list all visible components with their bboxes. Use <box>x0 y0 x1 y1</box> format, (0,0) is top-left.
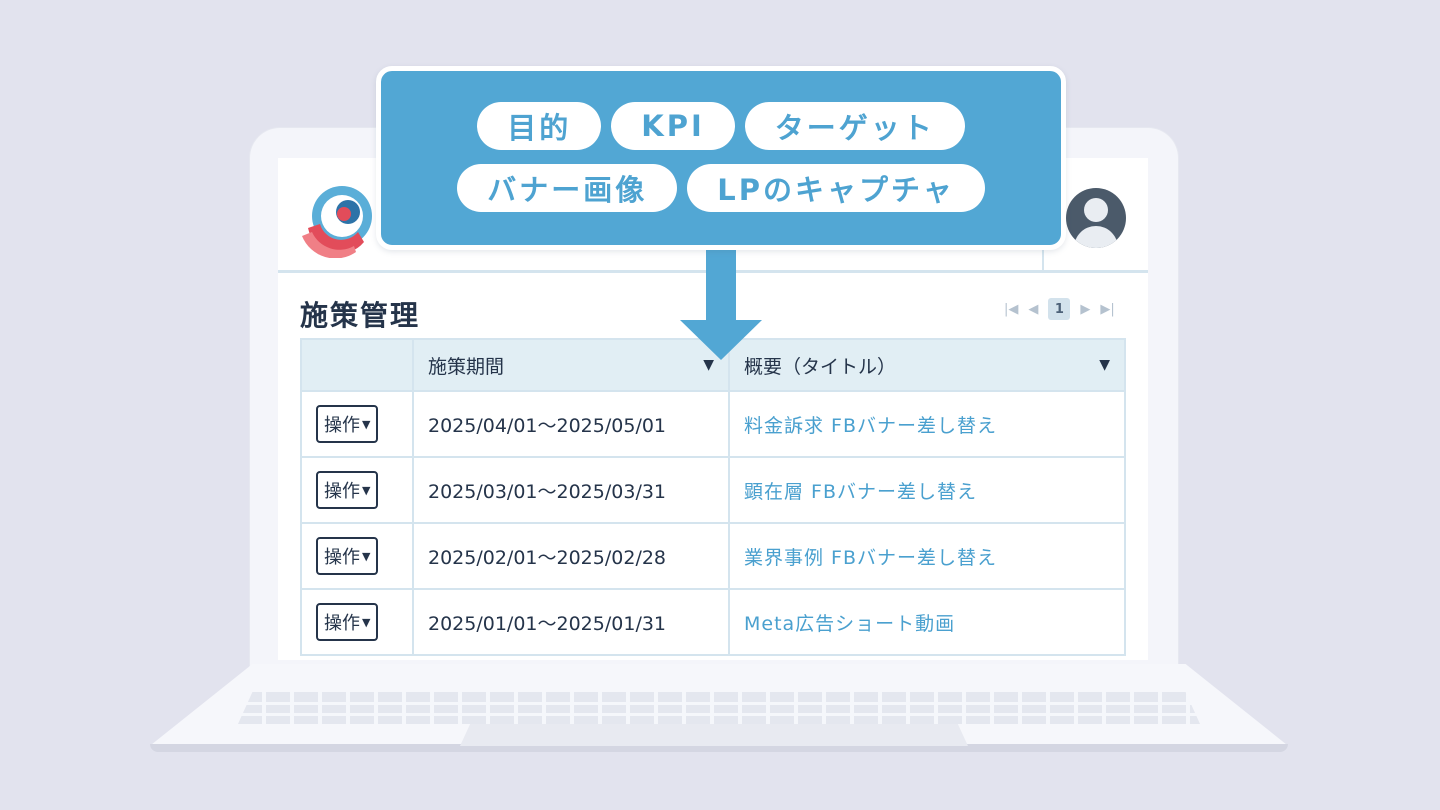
tag-purpose: 目的 <box>477 102 602 150</box>
title-link[interactable]: 料金訴求 FBバナー差し替え <box>744 415 997 437</box>
period-cell: 2025/04/01〜2025/05/01 <box>412 390 730 458</box>
action-dropdown-button[interactable]: 操作 ▼ <box>316 603 379 641</box>
title-link[interactable]: 顕在層 FBバナー差し替え <box>744 481 977 503</box>
period-cell: 2025/02/01〜2025/02/28 <box>412 522 730 590</box>
title-link[interactable]: Meta広告ショート動画 <box>744 613 955 635</box>
column-header-period-label: 施策期間 <box>428 355 505 378</box>
callout-tag-row: バナー画像 LPのキャプチャ <box>381 164 1061 212</box>
table-row: 操作 ▼ 2025/02/01〜2025/02/28 業界事例 FBバナー差し替… <box>300 522 1126 590</box>
chevron-down-icon: ▼ <box>362 417 371 431</box>
action-cell: 操作 ▼ <box>300 588 414 656</box>
table-row: 操作 ▼ 2025/03/01〜2025/03/31 顕在層 FBバナー差し替え <box>300 456 1126 524</box>
title-cell: 業界事例 FBバナー差し替え <box>728 522 1126 590</box>
action-cell: 操作 ▼ <box>300 522 414 590</box>
action-dropdown-button[interactable]: 操作 ▼ <box>316 537 379 575</box>
period-cell: 2025/03/01〜2025/03/31 <box>412 456 730 524</box>
period-cell: 2025/01/01〜2025/01/31 <box>412 588 730 656</box>
title-cell: 料金訴求 FBバナー差し替え <box>728 390 1126 458</box>
action-dropdown-button[interactable]: 操作 ▼ <box>316 405 379 443</box>
chevron-down-icon: ▼ <box>362 483 371 497</box>
callout-tag-row: 目的 KPI ターゲット <box>381 102 1061 150</box>
callout-arrow-shaft <box>706 240 736 322</box>
tag-target: ターゲット <box>744 102 965 150</box>
info-callout: 目的 KPI ターゲット バナー画像 LPのキャプチャ <box>376 66 1066 250</box>
chevron-down-icon: ▼ <box>362 549 371 563</box>
laptop-keyboard <box>238 692 1200 724</box>
action-cell: 操作 ▼ <box>300 390 414 458</box>
title-cell: 顕在層 FBバナー差し替え <box>728 456 1126 524</box>
callout-arrow-down-icon <box>680 320 762 360</box>
action-dropdown-button[interactable]: 操作 ▼ <box>316 471 379 509</box>
action-button-label: 操作 <box>324 613 360 634</box>
chevron-down-icon: ▼ <box>362 615 371 629</box>
laptop-trackpad <box>460 724 968 746</box>
user-avatar-icon[interactable] <box>1066 188 1126 248</box>
page-title: 施策管理 <box>300 299 421 332</box>
column-header-title[interactable]: 概要（タイトル） ▼ <box>728 338 1126 392</box>
current-page-button[interactable]: 1 <box>1048 298 1071 320</box>
tag-kpi: KPI <box>611 102 735 150</box>
sort-caret-icon[interactable]: ▼ <box>1099 357 1110 373</box>
campaign-table: 施策期間 ▼ 概要（タイトル） ▼ 操作 ▼ 2025/04/01〜2025/0… <box>300 338 1126 656</box>
next-page-icon[interactable]: ▶ <box>1080 302 1090 317</box>
last-page-icon[interactable]: ▶| <box>1100 302 1114 317</box>
first-page-icon[interactable]: |◀ <box>1004 302 1018 317</box>
pagination: |◀ ◀ 1 ▶ ▶| <box>1004 298 1115 320</box>
tag-lp-capture: LPのキャプチャ <box>687 164 985 212</box>
table-row: 操作 ▼ 2025/04/01〜2025/05/01 料金訴求 FBバナー差し替… <box>300 390 1126 458</box>
action-button-label: 操作 <box>324 547 360 568</box>
swirl-logo-icon[interactable] <box>298 180 376 258</box>
prev-page-icon[interactable]: ◀ <box>1028 302 1038 317</box>
title-link[interactable]: 業界事例 FBバナー差し替え <box>744 547 997 569</box>
table-row: 操作 ▼ 2025/01/01〜2025/01/31 Meta広告ショート動画 <box>300 588 1126 656</box>
action-button-label: 操作 <box>324 481 360 502</box>
tag-banner-image: バナー画像 <box>457 164 678 212</box>
column-header-actions <box>300 338 414 392</box>
action-cell: 操作 ▼ <box>300 456 414 524</box>
action-button-label: 操作 <box>324 415 360 436</box>
column-header-title-label: 概要（タイトル） <box>744 355 897 378</box>
avatar-body <box>1074 226 1118 248</box>
avatar-head <box>1084 198 1108 222</box>
title-cell: Meta広告ショート動画 <box>728 588 1126 656</box>
